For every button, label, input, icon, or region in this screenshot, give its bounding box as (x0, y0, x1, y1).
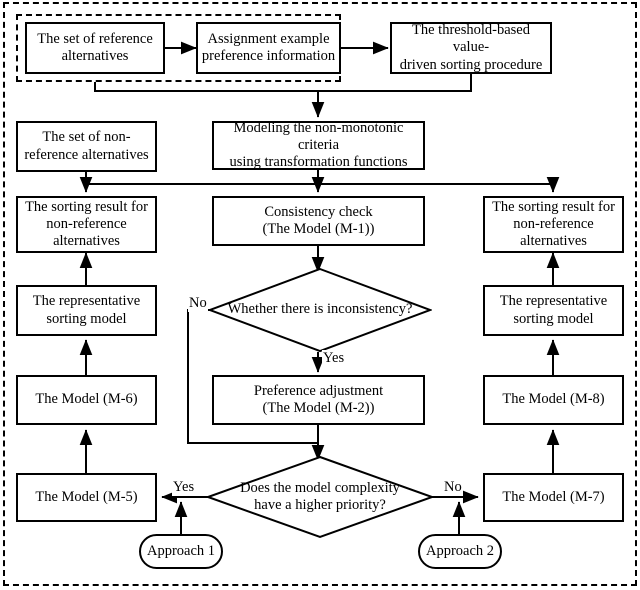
flowchart-canvas: The set of reference alternatives Assign… (0, 0, 640, 590)
edge-label-complexity-no: No (443, 479, 463, 496)
node-representative-model-left[interactable]: The representative sorting model (16, 285, 157, 336)
edge-label-inconsistency-no: No (188, 295, 208, 312)
node-preference-adjustment-label: Preference adjustment (The Model (M-2)) (253, 382, 384, 416)
edge-label-inconsistency-yes: Yes (322, 350, 346, 367)
node-nonreference-set[interactable]: The set of non- reference alternatives (16, 121, 157, 172)
node-reference-set-label: The set of reference alternatives (37, 30, 153, 64)
node-approach-2[interactable]: Approach 2 (418, 534, 502, 569)
node-sorting-result-right[interactable]: The sorting result for non-reference alt… (483, 196, 624, 253)
node-modeling-criteria-label: Modeling the non-monotonic criteria usin… (229, 119, 408, 171)
node-model-m5[interactable]: The Model (M-5) (16, 473, 157, 522)
edge-label-complexity-no-text: No (444, 479, 462, 495)
node-sorting-result-right-label: The sorting result for non-reference alt… (492, 198, 615, 250)
node-preference-adjustment[interactable]: Preference adjustment (The Model (M-2)) (212, 375, 425, 425)
node-reference-set[interactable]: The set of reference alternatives (25, 22, 165, 74)
node-assignment-example-label: Assignment example preference informatio… (201, 30, 336, 64)
node-model-m6-label: The Model (M-6) (35, 391, 138, 408)
node-assignment-example[interactable]: Assignment example preference informatio… (196, 22, 341, 74)
node-sorting-result-left[interactable]: The sorting result for non-reference alt… (16, 196, 157, 253)
decision-inconsistency-label: Whether there is inconsistency? (227, 301, 413, 318)
node-model-m6[interactable]: The Model (M-6) (16, 375, 157, 425)
node-consistency-check-label: Consistency check (The Model (M-1)) (262, 203, 375, 237)
node-representative-model-right-label: The representative sorting model (499, 293, 608, 327)
edge-label-complexity-yes-text: Yes (173, 479, 195, 495)
node-model-m8[interactable]: The Model (M-8) (483, 375, 624, 425)
decision-complexity[interactable]: Does the model complexity have a higher … (206, 455, 434, 539)
node-sorting-result-left-label: The sorting result for non-reference alt… (25, 198, 148, 250)
node-approach-1-label: Approach 1 (146, 542, 216, 559)
node-threshold-procedure-label: The threshold-based value- driven sortin… (399, 22, 543, 73)
node-consistency-check[interactable]: Consistency check (The Model (M-1)) (212, 196, 425, 246)
node-model-m8-label: The Model (M-8) (502, 391, 605, 408)
node-model-m7-label: The Model (M-7) (502, 488, 605, 505)
node-model-m7[interactable]: The Model (M-7) (483, 473, 624, 522)
node-model-m5-label: The Model (M-5) (35, 488, 138, 505)
edge-label-inconsistency-no-text: No (189, 295, 207, 311)
node-threshold-procedure[interactable]: The threshold-based value- driven sortin… (390, 22, 552, 74)
decision-inconsistency[interactable]: Whether there is inconsistency? (208, 267, 432, 353)
edge-label-inconsistency-yes-text: Yes (323, 350, 345, 366)
edge-label-complexity-yes: Yes (172, 479, 196, 496)
node-approach-1[interactable]: Approach 1 (139, 534, 223, 569)
decision-complexity-label: Does the model complexity have a higher … (240, 479, 400, 513)
node-representative-model-right[interactable]: The representative sorting model (483, 285, 624, 336)
node-approach-2-label: Approach 2 (425, 542, 495, 559)
node-representative-model-left-label: The representative sorting model (32, 293, 141, 327)
node-nonreference-set-label: The set of non- reference alternatives (24, 129, 149, 163)
node-modeling-criteria[interactable]: Modeling the non-monotonic criteria usin… (212, 119, 425, 171)
